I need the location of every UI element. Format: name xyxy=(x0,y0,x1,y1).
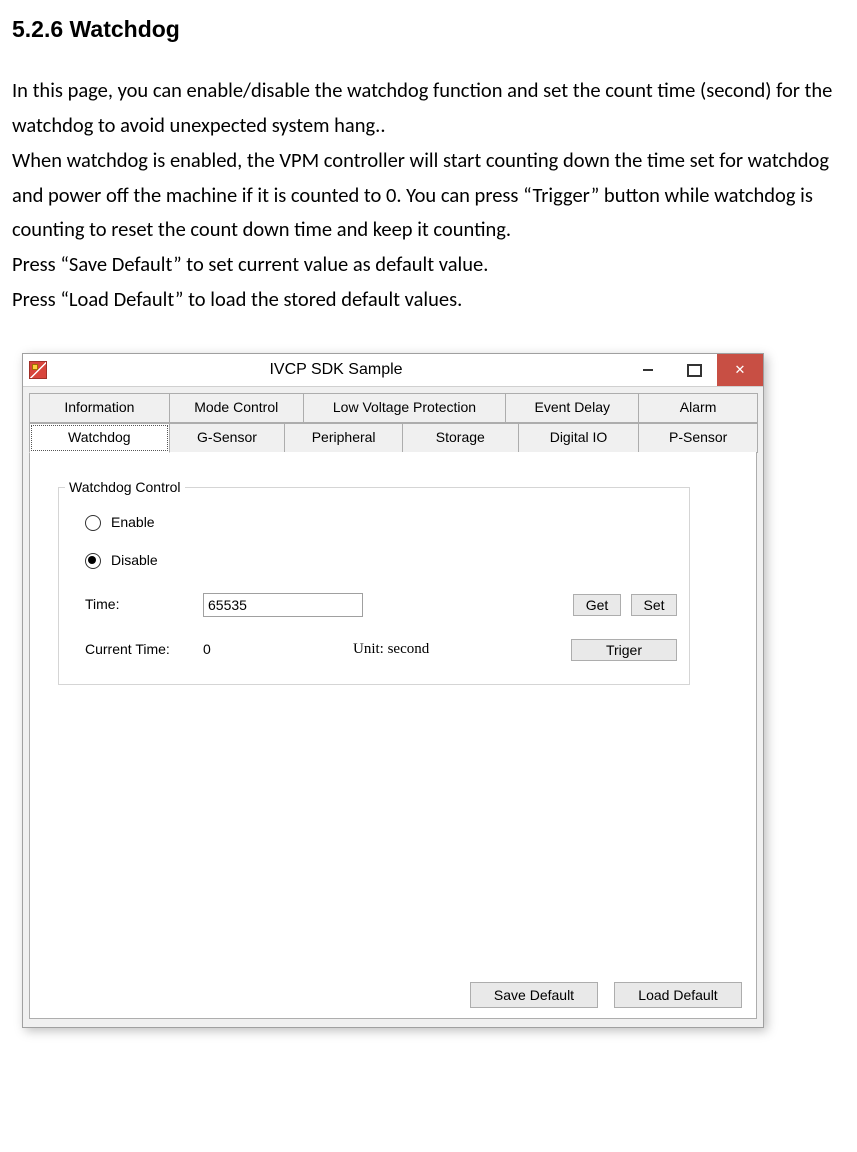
load-default-button[interactable]: Load Default xyxy=(614,982,742,1008)
trigger-button[interactable]: Triger xyxy=(571,639,677,661)
set-button[interactable]: Set xyxy=(631,594,677,616)
radio-enable-icon[interactable] xyxy=(85,515,101,531)
tab-information[interactable]: Information xyxy=(29,393,170,423)
intro-paragraph-4: Press “Load Default” to load the stored … xyxy=(12,282,845,317)
window-title: IVCP SDK Sample xyxy=(47,356,625,383)
minimize-button[interactable] xyxy=(625,354,671,386)
current-time-value: 0 xyxy=(203,638,353,662)
radio-disable-label: Disable xyxy=(111,549,158,573)
tab-p-sensor[interactable]: P-Sensor xyxy=(638,423,758,453)
radio-disable-icon[interactable] xyxy=(85,553,101,569)
tab-watchdog[interactable]: Watchdog xyxy=(29,423,170,453)
tab-low-voltage-protection[interactable]: Low Voltage Protection xyxy=(303,393,507,423)
radio-enable-label: Enable xyxy=(111,511,155,535)
current-time-label: Current Time: xyxy=(85,638,203,662)
save-default-button[interactable]: Save Default xyxy=(470,982,598,1008)
tab-peripheral[interactable]: Peripheral xyxy=(284,423,403,453)
intro-paragraph-2: When watchdog is enabled, the VPM contro… xyxy=(12,143,845,248)
intro-paragraph-3: Press “Save Default” to set current valu… xyxy=(12,247,845,282)
time-input[interactable] xyxy=(203,593,363,617)
tab-mode-control[interactable]: Mode Control xyxy=(169,393,304,423)
tab-event-delay[interactable]: Event Delay xyxy=(505,393,639,423)
tab-row-2: Watchdog G-Sensor Peripheral Storage Dig… xyxy=(29,423,757,453)
tab-panel-watchdog: Watchdog Control Enable Disable Time: xyxy=(29,452,757,1019)
unit-label: Unit: second xyxy=(353,637,429,663)
radio-disable-row[interactable]: Disable xyxy=(85,549,677,573)
title-bar: IVCP SDK Sample xyxy=(23,354,763,387)
radio-enable-row[interactable]: Enable xyxy=(85,511,677,535)
tab-row-1: Information Mode Control Low Voltage Pro… xyxy=(29,393,757,423)
tab-digital-io[interactable]: Digital IO xyxy=(518,423,640,453)
tab-alarm[interactable]: Alarm xyxy=(638,393,758,423)
watchdog-group-title: Watchdog Control xyxy=(65,476,185,500)
get-button[interactable]: Get xyxy=(573,594,621,616)
watchdog-control-group: Watchdog Control Enable Disable Time: xyxy=(58,476,690,686)
time-label: Time: xyxy=(85,593,203,617)
section-heading: 5.2.6 Watchdog xyxy=(12,10,845,49)
application-window: IVCP SDK Sample Information Mode Control… xyxy=(22,353,764,1028)
maximize-button[interactable] xyxy=(671,354,717,386)
app-icon xyxy=(29,361,47,379)
close-button[interactable] xyxy=(717,354,763,386)
tab-g-sensor[interactable]: G-Sensor xyxy=(169,423,286,453)
intro-paragraph-1: In this page, you can enable/disable the… xyxy=(12,73,845,143)
tab-storage[interactable]: Storage xyxy=(402,423,519,453)
